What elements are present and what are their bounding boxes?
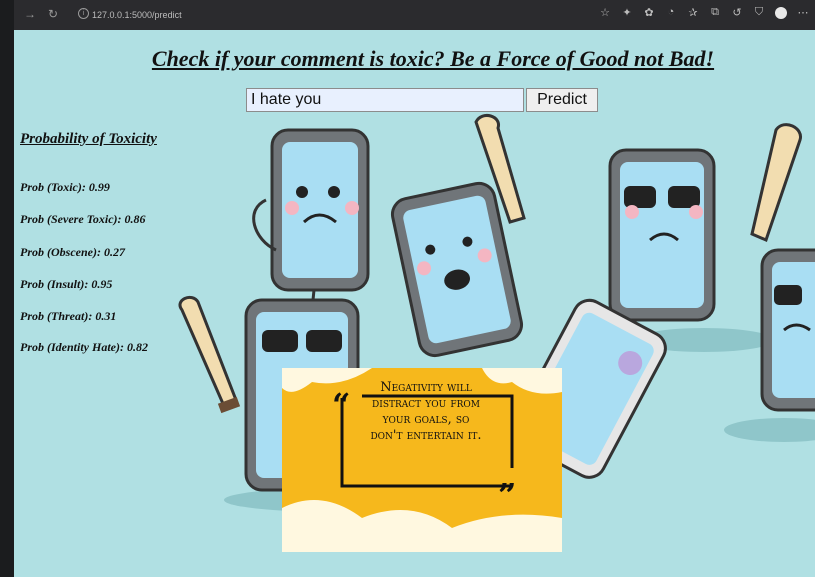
page-title: Check if your comment is toxic? Be a For… [151,46,715,71]
extension-icon[interactable]: ✿ [643,6,655,19]
toolbar-icons: ☆ ✦ ✿ ◔ ✰ ⧉ ↺ ⛉ ⋯ [599,6,809,19]
history-icon[interactable]: ↺ [731,6,743,19]
quote-image: “ Negativity will distract you from your… [282,368,562,552]
back-icon[interactable]: → [24,7,36,21]
shield-icon[interactable]: ⛉ [753,6,765,19]
prob-toxic: Prob (Toxic): 0.99 [20,180,110,194]
reload-icon[interactable]: ↻ [48,7,58,21]
comment-input[interactable] [246,88,524,112]
collections-icon[interactable]: ◔ [665,6,677,19]
angry-phone-character [608,148,716,322]
results-heading: Probability of Toxicity [20,131,157,147]
angry-phone-character [760,248,815,412]
puzzle-icon[interactable]: ✦ [621,6,633,19]
prob-identity-hate: Prob (Identity Hate): 0.82 [20,340,148,354]
tabs-icon[interactable]: ⧉ [709,6,721,19]
info-icon[interactable]: i [78,8,89,19]
quote-text: Negativity will distract you from your g… [370,380,482,443]
browser-frame: → ↻ i 127.0.0.1:5000/predict ☆ ✦ ✿ ◔ ✰ ⧉… [14,0,815,577]
profile-avatar[interactable] [775,7,787,19]
close-quote-icon: ” [498,476,517,514]
favorites-icon[interactable]: ✰ [687,6,699,19]
prob-severe-toxic: Prob (Severe Toxic): 0.86 [20,212,146,226]
baseball-bat-icon [178,296,241,414]
address-bar[interactable]: 127.0.0.1:5000/predict [92,10,182,20]
prob-threat: Prob (Threat): 0.31 [20,309,117,323]
baseball-bat-icon [750,123,802,243]
prob-insult: Prob (Insult): 0.95 [20,277,113,291]
browser-toolbar: → ↻ i 127.0.0.1:5000/predict ☆ ✦ ✿ ◔ ✰ ⧉… [14,0,815,30]
predict-button[interactable]: Predict [526,88,598,112]
prob-obscene: Prob (Obscene): 0.27 [20,245,125,259]
more-icon[interactable]: ⋯ [797,6,809,19]
star-icon[interactable]: ☆ [599,6,611,19]
